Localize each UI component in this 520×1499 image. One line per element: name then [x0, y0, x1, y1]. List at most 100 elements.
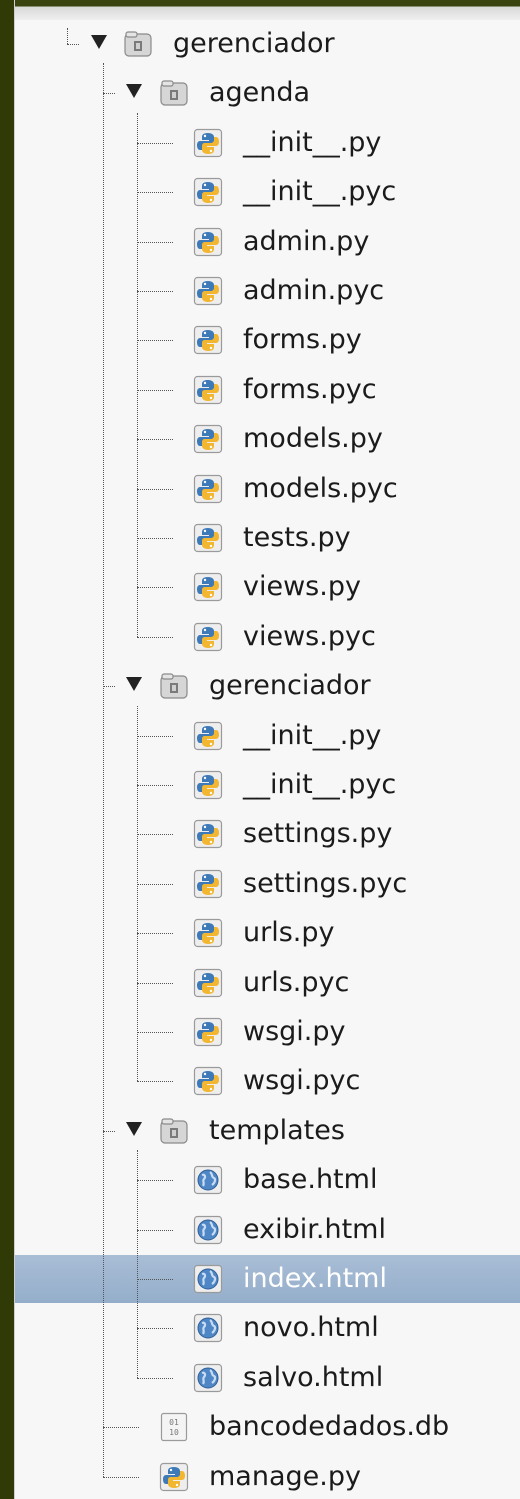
svg-text:10: 10	[169, 1428, 179, 1437]
folder-icon	[123, 29, 153, 59]
tree-connector-line	[137, 242, 173, 243]
tree-item-file[interactable]: __init__.py	[15, 119, 520, 167]
tree-item-file[interactable]: urls.pyc	[15, 959, 520, 1007]
tree-item-file[interactable]: __init__.pyc	[15, 168, 520, 216]
python-file-icon	[193, 375, 223, 405]
python-file-icon	[193, 523, 223, 553]
python-file-icon	[159, 1462, 189, 1492]
tree-connector-line	[137, 706, 138, 1081]
tree-connector-line	[137, 1230, 173, 1231]
tree-item-file[interactable]: forms.pyc	[15, 366, 520, 414]
tree-item-file[interactable]: novo.html	[15, 1304, 520, 1352]
tree-connector-line	[137, 884, 173, 885]
tree-item-file[interactable]: index.html	[15, 1255, 520, 1303]
tree-item-label: manage.py	[209, 1461, 361, 1492]
tree-item-label: tests.py	[243, 522, 351, 553]
tree-item-label: wsgi.py	[243, 1016, 346, 1047]
python-file-icon	[193, 572, 223, 602]
tree-item-file[interactable]: settings.pyc	[15, 860, 520, 908]
tree-item-label: models.py	[243, 423, 383, 454]
tree-item-label: __init__.pyc	[243, 769, 397, 800]
tree-connector-line	[137, 192, 173, 193]
tree-item-file[interactable]: base.html	[15, 1156, 520, 1204]
tree-connector-line	[137, 1378, 173, 1379]
tree-item-file[interactable]: __init__.py	[15, 712, 520, 760]
tree-item-file[interactable]: urls.py	[15, 909, 520, 957]
tree-item-label: forms.pyc	[243, 374, 377, 405]
tree-connector-line	[67, 28, 68, 44]
tree-item-file[interactable]: admin.py	[15, 218, 520, 266]
tree-item-file[interactable]: admin.pyc	[15, 267, 520, 315]
tree-connector-line	[137, 933, 173, 934]
tree-item-file[interactable]: settings.py	[15, 810, 520, 858]
tree-connector-line	[103, 1477, 139, 1478]
tree-connector-line	[137, 291, 173, 292]
tree-item-file[interactable]: models.py	[15, 415, 520, 463]
tree-item-folder[interactable]: gerenciador	[15, 662, 520, 710]
html-globe-icon	[193, 1165, 223, 1195]
tree-connector-line	[137, 1150, 138, 1378]
tree-item-label: bancodedados.db	[209, 1411, 450, 1442]
tree-connector-line	[137, 439, 173, 440]
tree-item-label: __init__.py	[243, 127, 382, 158]
tree-item-file[interactable]: views.pyc	[15, 613, 520, 661]
panel-top-border	[15, 0, 520, 20]
tree-item-label: models.pyc	[243, 473, 398, 504]
tree-item-label: index.html	[243, 1263, 387, 1294]
tree-item-folder[interactable]: agenda	[15, 69, 520, 117]
tree-item-root-folder[interactable]: gerenciador	[15, 20, 520, 68]
tree-item-label: base.html	[243, 1164, 378, 1195]
tree-connector-line	[103, 686, 115, 687]
python-file-icon	[193, 721, 223, 751]
tree-item-label: admin.py	[243, 226, 370, 257]
tree-connector-line	[137, 983, 173, 984]
tree-item-label: urls.py	[243, 917, 335, 948]
tree-item-file[interactable]: salvo.html	[15, 1354, 520, 1402]
tree-connector-line	[137, 587, 173, 588]
file-tree-panel: gerenciador agenda __init__.py __init__.pyc…	[14, 0, 520, 1499]
tree-item-file[interactable]: wsgi.pyc	[15, 1057, 520, 1105]
tree-item-label: __init__.pyc	[243, 176, 397, 207]
tree-item-file[interactable]: manage.py	[15, 1453, 520, 1499]
tree-connector-line	[137, 538, 173, 539]
tree-connector-line	[137, 637, 173, 638]
tree-item-label: settings.pyc	[243, 868, 408, 899]
tree-connector-line	[137, 143, 173, 144]
tree-connector-line	[137, 736, 173, 737]
tree-item-file[interactable]: 01 10 bancodedados.db	[15, 1403, 520, 1451]
python-file-icon	[193, 869, 223, 899]
html-globe-icon	[193, 1264, 223, 1294]
tree-item-label: salvo.html	[243, 1362, 384, 1393]
python-file-icon	[193, 622, 223, 652]
tree-connector-line	[137, 340, 173, 341]
tree-connector-line	[137, 1328, 173, 1329]
folder-icon	[159, 78, 189, 108]
tree-connector-line	[103, 1131, 115, 1132]
tree-connector-line	[137, 1279, 173, 1280]
tree-item-file[interactable]: wsgi.py	[15, 1008, 520, 1056]
expander-arrow-icon[interactable]	[126, 84, 142, 98]
python-file-icon	[193, 227, 223, 257]
tree-item-file[interactable]: exibir.html	[15, 1206, 520, 1254]
tree-item-file[interactable]: tests.py	[15, 514, 520, 562]
tree-item-file[interactable]: models.pyc	[15, 465, 520, 513]
expander-arrow-icon[interactable]	[126, 677, 142, 691]
python-file-icon	[193, 968, 223, 998]
expander-arrow-icon[interactable]	[91, 35, 107, 49]
expander-arrow-icon[interactable]	[126, 1122, 142, 1136]
folder-icon	[159, 1116, 189, 1146]
binary-file-icon: 01 10	[159, 1412, 189, 1442]
tree-item-label: wsgi.pyc	[243, 1065, 361, 1096]
tree-item-folder[interactable]: templates	[15, 1107, 520, 1155]
folder-icon	[159, 671, 189, 701]
tree-item-file[interactable]: forms.py	[15, 316, 520, 364]
tree-connector-line	[137, 785, 173, 786]
tree-item-label: views.py	[243, 571, 361, 602]
python-file-icon	[193, 276, 223, 306]
python-file-icon	[193, 1066, 223, 1096]
tree-connector-line	[137, 1032, 173, 1033]
tree-connector-line	[103, 63, 104, 1477]
tree-item-file[interactable]: __init__.pyc	[15, 761, 520, 809]
tree-item-file[interactable]: views.py	[15, 563, 520, 611]
tree-item-label: settings.py	[243, 818, 393, 849]
